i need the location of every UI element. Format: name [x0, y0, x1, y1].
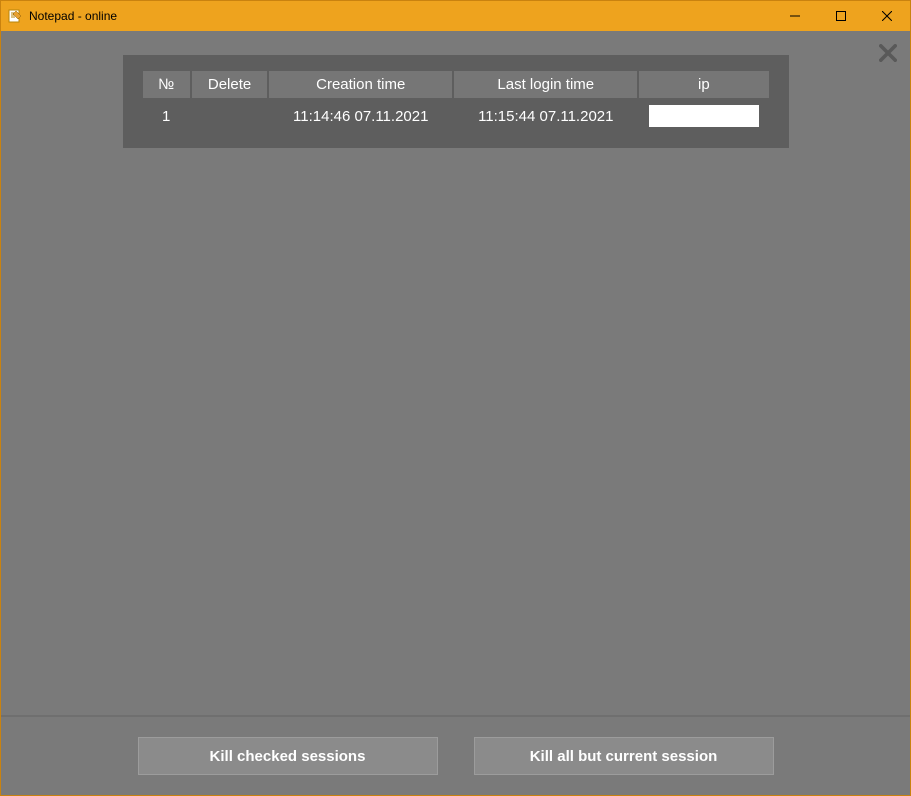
- footer-bar: Kill checked sessions Kill all but curre…: [1, 715, 910, 795]
- col-header-number: №: [143, 71, 190, 98]
- sessions-panel: № Delete Creation time Last login time i…: [123, 55, 789, 148]
- app-icon: [7, 8, 23, 24]
- window-title: Notepad - online: [29, 9, 772, 23]
- col-header-ip: ip: [639, 71, 768, 98]
- maximize-button[interactable]: [818, 1, 864, 31]
- content-area: № Delete Creation time Last login time i…: [1, 31, 910, 795]
- titlebar: Notepad - online: [1, 1, 910, 31]
- kill-checked-sessions-button[interactable]: Kill checked sessions: [138, 737, 438, 775]
- app-window: Notepad - online: [0, 0, 911, 796]
- cell-delete[interactable]: [192, 100, 267, 132]
- minimize-button[interactable]: [772, 1, 818, 31]
- table-header-row: № Delete Creation time Last login time i…: [143, 71, 769, 98]
- col-header-last-login-time: Last login time: [454, 71, 637, 98]
- close-button[interactable]: [864, 1, 910, 31]
- table-row[interactable]: 1 11:14:46 07.11.2021 11:15:44 07.11.202…: [143, 100, 769, 132]
- col-header-delete: Delete: [192, 71, 267, 98]
- kill-all-but-current-button[interactable]: Kill all but current session: [474, 737, 774, 775]
- cell-creation-time: 11:14:46 07.11.2021: [269, 100, 452, 132]
- col-header-creation-time: Creation time: [269, 71, 452, 98]
- cell-number: 1: [143, 100, 190, 132]
- cell-ip: [639, 100, 768, 132]
- ip-value: [649, 105, 758, 127]
- modal-close-button[interactable]: [878, 43, 898, 63]
- window-controls: [772, 1, 910, 31]
- sessions-table: № Delete Creation time Last login time i…: [141, 69, 771, 134]
- cell-last-login-time: 11:15:44 07.11.2021: [454, 100, 637, 132]
- main-content: № Delete Creation time Last login time i…: [1, 31, 910, 715]
